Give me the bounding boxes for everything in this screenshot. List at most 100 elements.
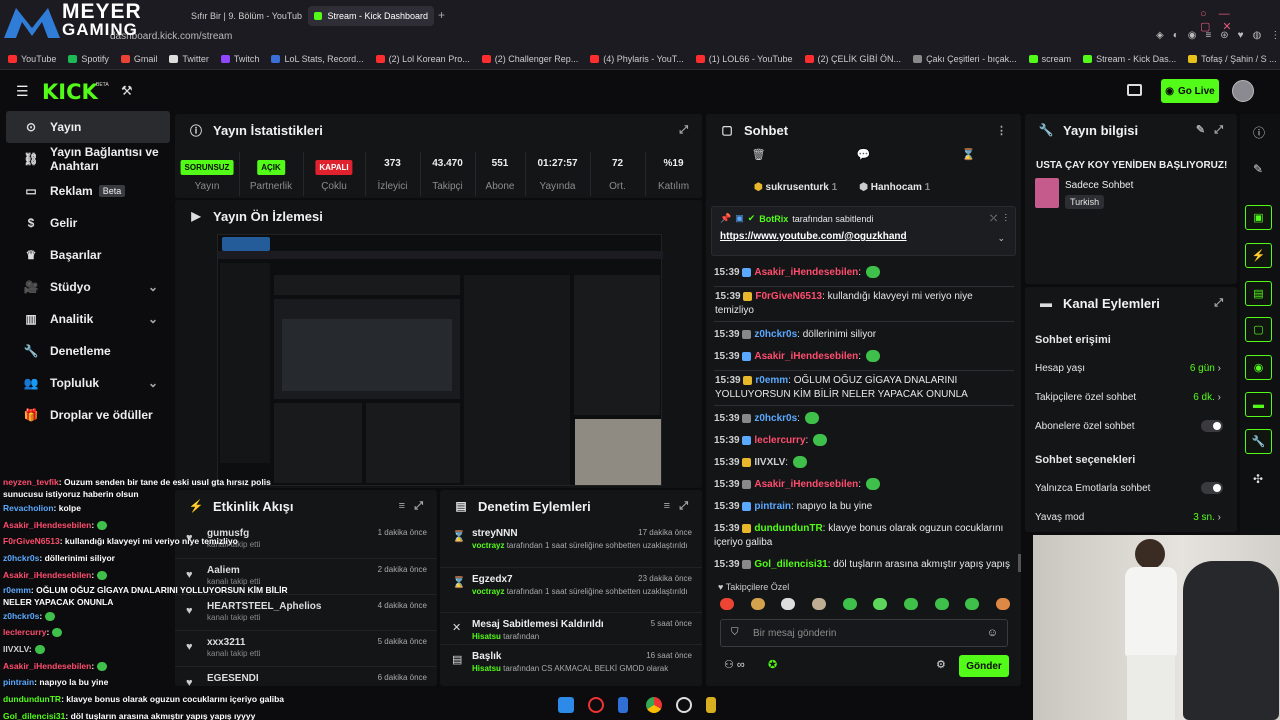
- expand-icon[interactable]: ⤢: [679, 124, 688, 137]
- moderation-item[interactable]: ⌛ streyNNN voctrayz tarafından 1 saat süre…: [440, 522, 702, 567]
- chat-message[interactable]: 15:39 pintrain: napıyo la bu yine: [714, 496, 1014, 518]
- emote-icon[interactable]: [781, 598, 796, 610]
- pinned-actions[interactable]: ⤫ ⋮: [990, 213, 1007, 224]
- kick-k-icon[interactable]: ✪: [768, 658, 777, 671]
- sidebar-item-4[interactable]: ♛ Başarılar: [6, 239, 170, 271]
- chat-username[interactable]: Asakir_iHendesebilen: [754, 479, 858, 490]
- chat-username[interactable]: IIVXLV: [754, 457, 785, 468]
- chat-username[interactable]: z0hckr0s: [754, 329, 797, 340]
- filter-icon[interactable]: ≡ ⤢: [399, 500, 423, 513]
- chat-username[interactable]: Asakir_iHendesebilen: [754, 351, 858, 362]
- bookmark-item[interactable]: Çakı Çeşitleri - bıçak...: [913, 54, 1017, 64]
- go-live-button[interactable]: ◉ Go Live: [1161, 79, 1219, 103]
- bookmark-item[interactable]: Gmail: [120, 54, 157, 64]
- moderation-item[interactable]: ▤ Başlık Hisatsu tarafından CS AKMACAL BEL…: [440, 644, 702, 684]
- tab-youtube[interactable]: Sıfır Bir | 9. Bölüm - YouTube: [180, 6, 302, 26]
- wrench-icon[interactable]: ⚒: [121, 83, 133, 99]
- pinned-link[interactable]: https://www.youtube.com/@oguzkhand: [720, 231, 907, 242]
- bookmark-item[interactable]: (4) Phylaris - YouT...: [590, 54, 684, 64]
- filter-icon[interactable]: ≡ ⤢: [664, 500, 688, 513]
- bookmark-item[interactable]: Spotify: [68, 54, 109, 64]
- scrollbar[interactable]: [1018, 554, 1021, 572]
- bookmark-item[interactable]: Stream - Kick Das...: [1083, 54, 1176, 64]
- emote-icon[interactable]: [903, 598, 918, 610]
- list-widget-button[interactable]: ▤: [1245, 281, 1272, 306]
- avatar[interactable]: [1232, 80, 1254, 102]
- send-button[interactable]: Gönder: [959, 655, 1009, 677]
- kick-logo[interactable]: KICK: [42, 80, 98, 104]
- studio-icon[interactable]: [1127, 84, 1142, 96]
- obs-icon[interactable]: [676, 697, 692, 713]
- chat-message[interactable]: 15:39 Gol_dilencisi31: döl tuşların aras…: [714, 554, 1014, 574]
- chat-message[interactable]: 15:39 Asakir_iHendesebilen:: [714, 346, 1014, 368]
- sidebar-item-9[interactable]: 🎁 Droplar ve ödüller: [6, 399, 170, 431]
- emote-icon[interactable]: [750, 598, 765, 610]
- moderation-item[interactable]: ✕ Mesaj Sabitlemesi Kaldırıldı Hisatsu tar…: [440, 612, 702, 644]
- chat-username[interactable]: dundundunTR: [754, 523, 822, 534]
- screen-widget-button[interactable]: ▬: [1245, 392, 1272, 417]
- slow-mode-value[interactable]: 3 sn. ›: [1193, 512, 1221, 523]
- sidebar-item-2[interactable]: ▭ Reklam Beta: [6, 175, 170, 207]
- chevron-down-icon[interactable]: ⌄: [148, 280, 158, 294]
- toolbar-icons[interactable]: ◈◐◉≡⊛♥◍⋮: [1156, 30, 1280, 41]
- followers-chat-value[interactable]: 6 dk. ›: [1193, 392, 1221, 403]
- account-age-value[interactable]: 6 gün ›: [1190, 363, 1221, 374]
- opera-icon[interactable]: [588, 697, 604, 713]
- chat-message[interactable]: 15:39 r0emm: OĞLUM OĞUZ GİGAYA DNALARINI…: [714, 370, 1014, 406]
- sidebar-item-3[interactable]: $ Gelir: [6, 207, 170, 239]
- sidebar-item-0[interactable]: ⊙ Yayın: [6, 111, 170, 143]
- category-thumbnail[interactable]: [1035, 178, 1059, 208]
- bookmark-item[interactable]: LoL Stats, Record...: [271, 54, 364, 64]
- chat-message[interactable]: 15:39 z0hckr0s: döllerinimi siliyor: [714, 324, 1014, 346]
- puzzle-icon[interactable]: ✣: [1253, 472, 1263, 486]
- chat-message[interactable]: 15:39 dundundunTR: klavye bonus olarak o…: [714, 518, 1014, 554]
- chat-username[interactable]: Asakir_iHendesebilen: [754, 267, 858, 278]
- edit-icon[interactable]: ✎ ⤢: [1196, 123, 1223, 137]
- chevron-down-icon[interactable]: ⌄: [997, 233, 1005, 244]
- chat-username[interactable]: F0rGiveN6513: [755, 291, 822, 302]
- widget-button-1[interactable]: ▣: [1245, 205, 1272, 230]
- category[interactable]: Sadece Sohbet: [1065, 180, 1133, 191]
- bookmark-item[interactable]: Tofaş / Şahin / S ...: [1188, 54, 1277, 64]
- emote-icon[interactable]: [720, 598, 734, 610]
- sidebar-item-5[interactable]: 🎥 Stüdyo ⌄: [6, 271, 170, 303]
- hourglass-icon[interactable]: ⌛: [962, 148, 976, 168]
- bookmark-item[interactable]: Twitch: [220, 54, 259, 64]
- subs-chat-toggle[interactable]: [1201, 420, 1223, 432]
- new-tab-button[interactable]: +: [438, 8, 445, 22]
- chat-message[interactable]: 15:39 Asakir_iHendesebilen:: [714, 474, 1014, 496]
- chat-input[interactable]: ⛉ Bir mesaj gönderin ☺: [720, 619, 1008, 647]
- chat-username[interactable]: leclercurry: [754, 435, 805, 446]
- info-icon[interactable]: ⓘ: [1253, 124, 1265, 141]
- bubble-icon[interactable]: 💬: [857, 148, 871, 168]
- emote-icon[interactable]: [811, 598, 826, 610]
- emote-icon[interactable]: [873, 598, 888, 610]
- sidebar-item-7[interactable]: 🔧 Denetleme: [6, 335, 170, 367]
- more-icon[interactable]: ⋮: [996, 124, 1007, 137]
- sidebar-item-1[interactable]: ⛓ Yayın Bağlantısı ve Anahtarı: [6, 143, 170, 175]
- bookmark-item[interactable]: YouTube: [8, 54, 56, 64]
- emote-icon[interactable]: [934, 598, 949, 610]
- bookmark-item[interactable]: Twitter: [169, 54, 209, 64]
- chat-username[interactable]: Gol_dilencisi31: [754, 559, 827, 570]
- emote-only-toggle[interactable]: [1201, 482, 1223, 494]
- chat-message[interactable]: 15:39 z0hckr0s:: [714, 408, 1014, 430]
- record-widget-button[interactable]: ◉: [1245, 355, 1272, 380]
- emote-icon[interactable]: [995, 598, 1010, 610]
- hamburger-icon[interactable]: ☰: [16, 83, 29, 100]
- bookmark-item[interactable]: (2) Challenger Rep...: [481, 54, 578, 64]
- files-icon[interactable]: [618, 697, 628, 713]
- gear-icon[interactable]: ⚙: [936, 658, 946, 671]
- sidebar-item-6[interactable]: ▥ Analitik ⌄: [6, 303, 170, 335]
- trash-icon[interactable]: 🗑: [752, 148, 766, 168]
- bolt-widget-button[interactable]: ⚡: [1245, 243, 1272, 268]
- emote-icon[interactable]: [842, 598, 857, 610]
- chat-message[interactable]: 15:39 F0rGiveN6513: kullandığı klavyeyi …: [714, 286, 1014, 322]
- chat-widget-button[interactable]: ▢: [1245, 317, 1272, 342]
- moderation-item[interactable]: ⌛ Egzedx7 voctrayz tarafından 1 saat sürel…: [440, 567, 702, 612]
- pinned-message[interactable]: 📌 ▣ ✔ BotRix tarafından sabitlendi ⤫ ⋮ h…: [711, 206, 1016, 256]
- infinity-control[interactable]: ⚇ ∞: [724, 658, 745, 671]
- top-user-1[interactable]: ⬢ sukrusenturk 1: [754, 182, 837, 193]
- windows-start-icon[interactable]: [558, 697, 574, 713]
- chat-message[interactable]: 15:39 Asakir_iHendesebilen:: [714, 262, 1014, 284]
